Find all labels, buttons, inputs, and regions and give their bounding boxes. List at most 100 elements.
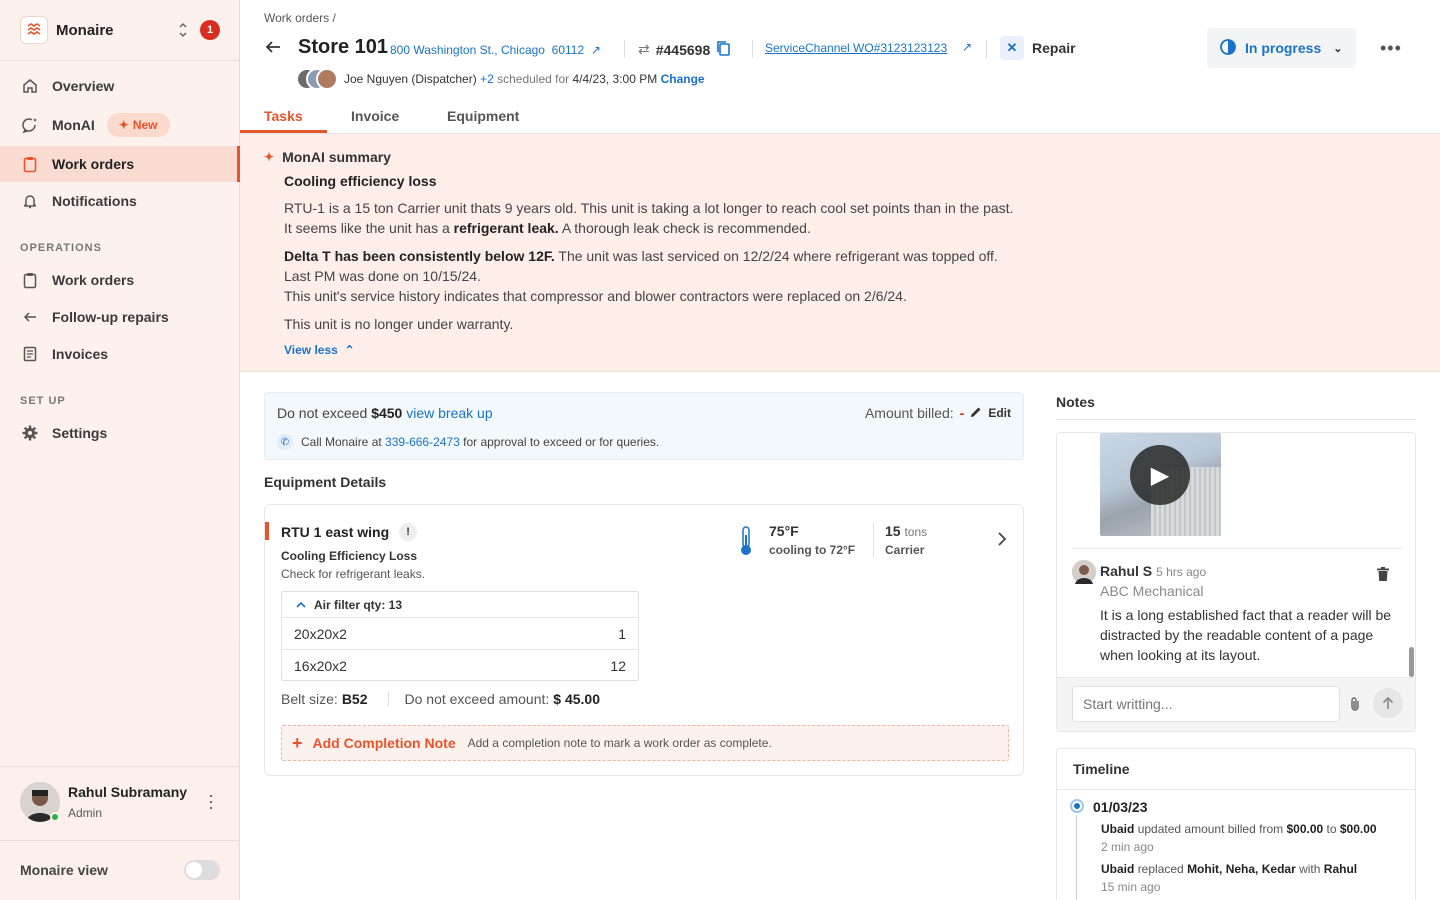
sidebar-item-settings[interactable]: Settings — [0, 415, 240, 451]
org-switcher[interactable]: Monaire 1 — [20, 16, 220, 44]
change-schedule-link[interactable]: Change — [661, 72, 705, 86]
divider — [0, 766, 240, 767]
chevron-right-icon[interactable] — [997, 531, 1007, 552]
air-filter-toggle[interactable]: Air filter qty: 13 — [282, 592, 638, 618]
divider — [387, 692, 389, 706]
event-time: 15 min ago — [1101, 880, 1161, 894]
sparkle-icon: ✦ — [118, 118, 129, 132]
timeline-event: Ubaid replaced Mohit, Neha, Kedar with R… — [1101, 862, 1357, 876]
view-less-label: View less — [284, 343, 338, 357]
clipboard-icon — [20, 270, 40, 290]
bell-icon — [20, 191, 40, 211]
belt-label: Belt size: — [281, 691, 338, 707]
notes-panel: ▶ Rahul S5 hrs ago ABC Mechanical It is … — [1056, 432, 1416, 732]
monai-summary-panel: ✦ MonAI summary Cooling efficiency loss R… — [240, 134, 1440, 372]
chevron-updown-icon[interactable] — [176, 20, 190, 40]
avatar — [316, 68, 338, 90]
user-profile: Rahul Subramany Admin · · · — [20, 782, 220, 822]
edit-button[interactable]: Edit — [988, 406, 1011, 420]
kebab-menu-icon[interactable]: · · · — [208, 786, 214, 816]
monaire-view-toggle[interactable] — [184, 860, 220, 880]
sidebar-item-ops-work-orders[interactable]: Work orders — [0, 262, 240, 298]
sidebar-item-label: Invoices — [52, 346, 109, 362]
tab-tasks[interactable]: Tasks — [264, 108, 303, 124]
active-tab-indicator — [240, 130, 327, 133]
servicechannel-link[interactable]: ServiceChannel WO#3123123123 — [765, 41, 947, 55]
equipment-name: RTU 1 east wing ! — [281, 523, 418, 541]
scheduled-date: 4/4/23, 3:00 PM — [572, 72, 658, 86]
tab-bar: Tasks Invoice Equipment — [240, 100, 1440, 134]
event-to: $00.00 — [1339, 822, 1377, 836]
video-thumbnail[interactable]: ▶ — [1100, 433, 1221, 536]
copy-icon[interactable] — [716, 40, 731, 59]
divider — [624, 40, 625, 58]
play-icon[interactable]: ▶ — [1130, 445, 1190, 505]
add-completion-note-button[interactable]: + Add Completion Note Add a completion n… — [281, 725, 1009, 761]
event-to: Rahul — [1323, 862, 1358, 876]
note-input[interactable] — [1072, 686, 1340, 722]
call-pre-text: Call Monaire at — [301, 435, 382, 449]
view-less-toggle[interactable]: View less ⌃ — [284, 343, 355, 357]
tab-equipment[interactable]: Equipment — [447, 108, 519, 124]
send-button[interactable] — [1373, 688, 1403, 718]
back-arrow-icon[interactable] — [264, 38, 282, 61]
sidebar-item-overview[interactable]: Overview — [0, 68, 240, 104]
filter-qty: 12 — [610, 658, 626, 674]
status-label: In progress — [1245, 40, 1322, 56]
external-link-icon: ↗ — [590, 43, 601, 57]
sidebar-item-label: Work orders — [52, 156, 135, 172]
operations-heading: OPERATIONS — [20, 242, 102, 254]
paperclip-icon[interactable] — [1349, 696, 1361, 715]
notes-scrollbar[interactable] — [1409, 647, 1414, 677]
trash-icon[interactable] — [1377, 567, 1389, 581]
note-time: 5 hrs ago — [1156, 565, 1207, 579]
pencil-icon[interactable] — [970, 405, 982, 421]
summary-emphasis: Delta T has been consistently below 12F. — [284, 248, 555, 264]
timeline-line — [1076, 815, 1077, 900]
user-name: Rahul Subramany — [68, 784, 188, 800]
extra-assignees-count[interactable]: +2 — [480, 72, 494, 86]
assignee-avatars[interactable] — [296, 68, 342, 92]
external-link-icon[interactable]: ↗ — [962, 40, 972, 54]
summary-title: Cooling efficiency loss — [284, 173, 437, 189]
divider — [0, 840, 240, 841]
timeline-panel: Timeline 01/03/23 Ubaid updated amount b… — [1056, 748, 1416, 900]
summary-text: A thorough leak check is recommended. — [558, 220, 811, 236]
sidebar-item-work-orders[interactable]: Work orders — [0, 146, 240, 182]
sidebar-item-notifications[interactable]: Notifications — [0, 183, 240, 219]
avatar — [1072, 560, 1096, 584]
status-dropdown[interactable]: In progress ⌄ — [1207, 28, 1356, 68]
store-title: Store 101 — [298, 36, 389, 58]
equipment-heading: Equipment Details — [264, 474, 387, 490]
view-break-up-link[interactable]: view break up — [406, 405, 492, 421]
more-options-icon[interactable]: ••• — [1380, 38, 1402, 59]
breadcrumb[interactable]: Work orders / — [264, 11, 336, 25]
sidebar-item-monai[interactable]: MonAI ✦ New — [0, 107, 240, 143]
sidebar-item-invoices[interactable]: Invoices — [0, 336, 240, 372]
budget-card: Do not exceed $450 view break up Amount … — [264, 392, 1024, 460]
new-badge-label: New — [132, 118, 158, 132]
call-line: ✆ Call Monaire at 339-666-2473 for appro… — [277, 434, 659, 450]
schedule-info: Joe Nguyen (Dispatcher) +2 scheduled for… — [344, 72, 705, 86]
chevron-up-icon — [296, 598, 306, 612]
divider — [0, 60, 240, 61]
summary-paragraph-3: This unit is no longer under warranty. — [284, 316, 514, 332]
event-verb: updated amount billed from — [1137, 822, 1284, 836]
sidebar-item-follow-up-repairs[interactable]: Follow-up repairs — [0, 299, 240, 335]
store-address-link[interactable]: 800 Washington St., Chicago 60112 ↗ — [390, 43, 601, 57]
summary-text: Last PM was done on 10/15/24. — [284, 268, 481, 284]
filter-size: 16x20x2 — [294, 658, 347, 674]
event-actor: Ubaid — [1101, 822, 1135, 836]
phone-link[interactable]: 339-666-2473 — [385, 435, 460, 449]
sidebar-item-label: Work orders — [52, 272, 135, 288]
home-icon — [20, 76, 40, 96]
belt-and-limit: Belt size: B52 Do not exceed amount: $ 45.… — [281, 691, 600, 707]
event-from: Mohit, Neha, Kedar — [1187, 862, 1296, 876]
invoice-icon — [20, 344, 40, 364]
summary-emphasis: refrigerant leak. — [453, 220, 559, 236]
tab-invoice[interactable]: Invoice — [351, 108, 399, 124]
equipment-card[interactable]: RTU 1 east wing ! Cooling Efficiency Los… — [264, 504, 1024, 776]
wo-number-text: #445698 — [655, 41, 711, 58]
filter-qty: 1 — [618, 625, 626, 642]
call-post-text: for approval to exceed or for queries. — [463, 435, 660, 449]
